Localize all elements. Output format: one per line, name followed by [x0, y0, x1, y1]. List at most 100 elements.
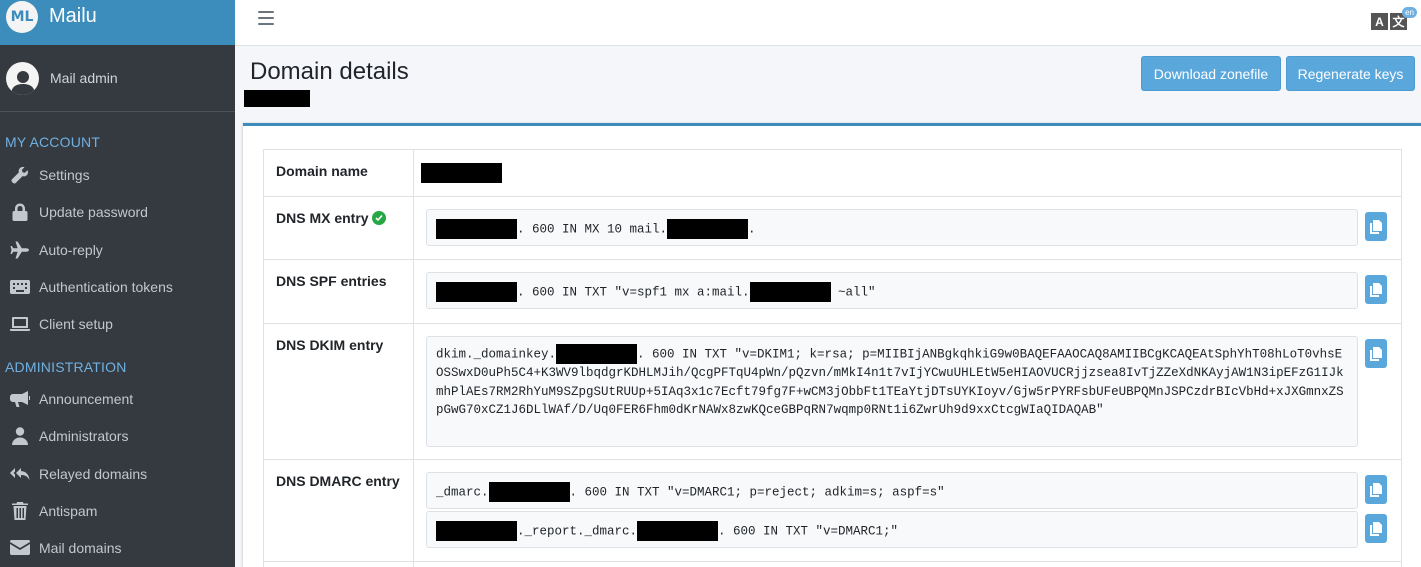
sidebar-item-administrators[interactable]: Administrators	[0, 417, 235, 454]
plane-icon	[10, 240, 30, 260]
redacted-domain-subtitle	[244, 90, 310, 107]
reply-all-icon	[10, 464, 30, 484]
copy-icon	[1370, 282, 1382, 297]
language-badge: en	[1402, 7, 1417, 18]
copy-dmarc-button[interactable]	[1365, 475, 1387, 504]
bullhorn-icon	[10, 389, 30, 409]
trash-icon	[10, 501, 30, 521]
copy-icon	[1370, 346, 1382, 361]
row-value: dkim._domainkey.. 600 IN TXT "v=DKIM1; k…	[414, 324, 1402, 459]
envelope-icon	[10, 538, 30, 558]
sidebar-item-mail-domains[interactable]: Mail domains	[0, 529, 235, 566]
row-dns-dkim: DNS DKIM entry dkim._domainkey.. 600 IN …	[263, 323, 1402, 459]
menu-toggle-icon[interactable]	[258, 11, 274, 25]
dns-dmarc-value[interactable]: _dmarc. . 600 IN TXT "v=DMARC1; p=reject;…	[426, 472, 1358, 509]
user-name: Mail admin	[50, 70, 118, 86]
sidebar-item-label: Update password	[39, 203, 148, 220]
nav-header-my-account: MY ACCOUNT	[5, 134, 101, 150]
spf-value-text: . 600 IN TXT "v=spf1 mx a:mail.	[517, 285, 750, 300]
sidebar-item-label: Antispam	[39, 502, 98, 519]
copy-icon	[1370, 482, 1382, 497]
laptop-icon	[10, 314, 30, 334]
nav-header-administration: ADMINISTRATION	[5, 359, 127, 375]
row-value: . 600 IN TXT "v=spf1 mx a:mail. ~all"	[414, 260, 1402, 323]
row-value: . 600 IN MX 10 mail..	[414, 197, 1402, 259]
row-label-text: DNS MX entry	[276, 210, 369, 226]
redacted-domain	[436, 219, 517, 239]
row-dns-spf: DNS SPF entries . 600 IN TXT "v=spf1 mx …	[263, 259, 1402, 323]
spf-value-end: ~all"	[830, 285, 876, 300]
redacted-domain	[667, 219, 749, 239]
redacted-domain	[556, 344, 638, 364]
row-value	[414, 150, 1402, 196]
row-label: DNS MX entry	[263, 197, 414, 259]
dns-dmarc-report-value[interactable]: ._report._dmarc. . 600 IN TXT "v=DMARC1;"	[426, 511, 1358, 548]
sidebar-item-label: Authentication tokens	[39, 278, 173, 295]
download-zonefile-button[interactable]: Download zonefile	[1141, 56, 1281, 91]
row-label	[263, 562, 414, 567]
avatar-icon	[6, 61, 39, 95]
row-domain-name: Domain name	[263, 149, 1402, 196]
language-selector[interactable]: A 文 en	[1371, 7, 1417, 33]
page-title: Domain details	[250, 58, 409, 85]
row-value	[414, 562, 1402, 567]
sidebar: ML Mailu Mail admin MY ACCOUNT Settings …	[0, 0, 235, 567]
mailu-logo: ML	[6, 0, 38, 33]
check-circle-icon	[371, 211, 386, 225]
regenerate-keys-button[interactable]: Regenerate keys	[1286, 56, 1415, 91]
sidebar-item-label: Relayed domains	[39, 465, 148, 482]
topbar: A 文 en	[235, 0, 1421, 46]
keyboard-icon	[10, 277, 30, 297]
wrench-icon	[10, 165, 30, 185]
row-label: DNS SPF entries	[263, 260, 414, 323]
sidebar-item-auto-reply[interactable]: Auto-reply	[0, 231, 235, 268]
redacted-domain	[488, 482, 570, 502]
row-dns-mx: DNS MX entry . 600 IN MX 10 mail..	[263, 196, 1402, 259]
redacted-domain	[436, 282, 517, 302]
row-next	[263, 561, 1402, 567]
copy-dmarc-report-button[interactable]	[1365, 514, 1387, 543]
mx-value-text: . 600 IN MX 10 mail.	[517, 222, 668, 237]
brand-name: Mailu	[49, 5, 97, 27]
copy-dkim-button[interactable]	[1365, 339, 1387, 368]
redacted-domain	[749, 282, 831, 302]
domain-details-card: Domain name DNS MX entry . 600 IN MX 10 …	[243, 123, 1421, 567]
lock-icon	[10, 202, 30, 222]
language-icon: A	[1371, 13, 1388, 30]
sidebar-item-antispam[interactable]: Antispam	[0, 492, 235, 529]
row-label: DNS DKIM entry	[263, 324, 414, 459]
copy-icon	[1370, 521, 1382, 536]
mx-value-end: .	[748, 222, 756, 237]
dmarc-report-end: . 600 IN TXT "v=DMARC1;"	[718, 524, 899, 539]
row-label: Domain name	[263, 150, 414, 196]
brand-link[interactable]: ML Mailu	[0, 0, 235, 45]
dmarc-value-start: _dmarc.	[436, 485, 489, 500]
sidebar-item-label: Announcement	[39, 390, 134, 407]
row-dns-dmarc: DNS DMARC entry _dmarc. . 600 IN TXT "v=D…	[263, 459, 1402, 561]
user-icon	[10, 426, 30, 446]
sidebar-item-label: Settings	[39, 166, 90, 183]
copy-icon	[1370, 219, 1382, 234]
sidebar-item-label: Administrators	[39, 427, 129, 444]
dmarc-report-mid: ._report._dmarc.	[517, 524, 638, 539]
dns-dkim-value[interactable]: dkim._domainkey.. 600 IN TXT "v=DKIM1; k…	[426, 336, 1358, 447]
sidebar-item-label: Auto-reply	[39, 241, 103, 258]
sidebar-item-relayed-domains[interactable]: Relayed domains	[0, 455, 235, 492]
sidebar-item-authentication-tokens[interactable]: Authentication tokens	[0, 268, 235, 305]
sidebar-item-announcement[interactable]: Announcement	[0, 380, 235, 417]
copy-spf-button[interactable]	[1365, 275, 1387, 304]
row-value: _dmarc. . 600 IN TXT "v=DMARC1; p=reject;…	[414, 460, 1402, 561]
dkim-value-start: dkim._domainkey.	[436, 347, 557, 362]
redacted-domain	[436, 521, 517, 541]
sidebar-item-label: Mail domains	[39, 539, 122, 556]
sidebar-item-label: Client setup	[39, 315, 113, 332]
dns-mx-value[interactable]: . 600 IN MX 10 mail..	[426, 209, 1358, 246]
redacted-domain-name	[421, 163, 502, 183]
sidebar-item-client-setup[interactable]: Client setup	[0, 305, 235, 342]
sidebar-item-settings[interactable]: Settings	[0, 156, 235, 193]
sidebar-item-update-password[interactable]: Update password	[0, 193, 235, 230]
copy-mx-button[interactable]	[1365, 212, 1387, 241]
redacted-domain	[637, 521, 719, 541]
user-panel[interactable]: Mail admin	[0, 45, 235, 112]
dns-spf-value[interactable]: . 600 IN TXT "v=spf1 mx a:mail. ~all"	[426, 272, 1358, 309]
